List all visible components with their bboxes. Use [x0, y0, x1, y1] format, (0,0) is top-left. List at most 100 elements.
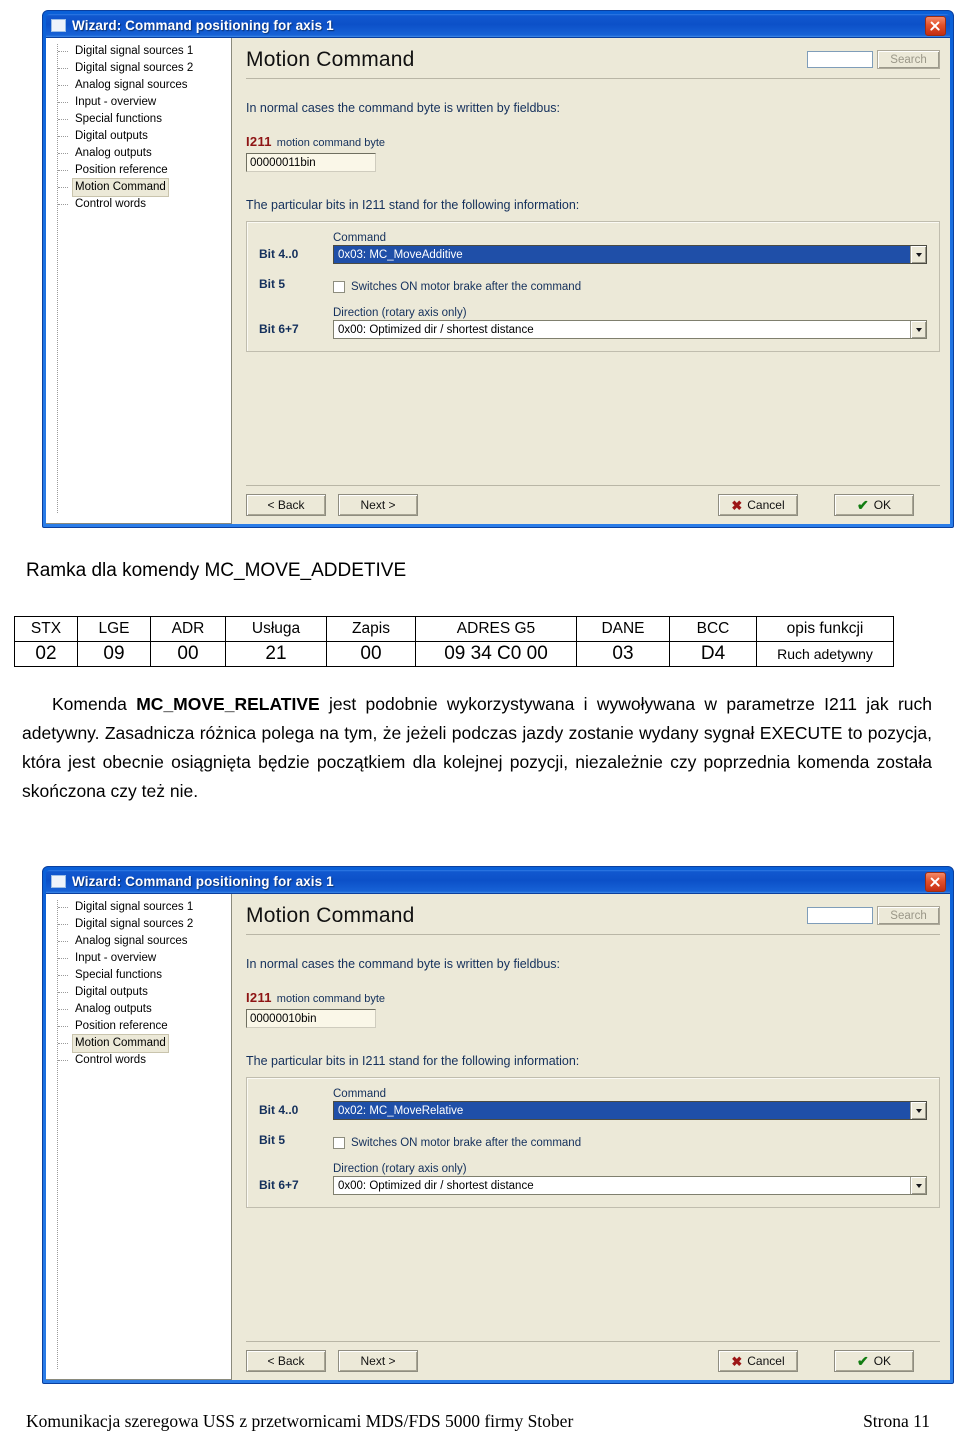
dialog-body: Digital signal sources 1 Digital signal …: [46, 893, 950, 1380]
direction-dropdown-value: 0x00: Optimized dir / shortest distance: [338, 323, 534, 336]
back-button[interactable]: < Back: [246, 494, 326, 516]
sidebar-item-input-overview[interactable]: Input - overview: [46, 94, 231, 111]
tree-dash-icon: [58, 85, 68, 86]
tree-dash-icon: [58, 119, 68, 120]
chevron-down-icon[interactable]: [910, 321, 926, 338]
sidebar-item-digital-signal-sources-2[interactable]: Digital signal sources 2: [46, 916, 231, 933]
sidebar-item-motion-command[interactable]: Motion Command: [46, 178, 231, 197]
direction-caption: Direction (rotary axis only): [333, 307, 467, 319]
command-dropdown-value: 0x03: MC_MoveAdditive: [338, 248, 463, 261]
page-title: Motion Command: [246, 904, 415, 927]
tree-dash-icon: [58, 1060, 68, 1061]
sidebar-item-digital-signal-sources-2[interactable]: Digital signal sources 2: [46, 60, 231, 77]
parameter-value-field[interactable]: 00000011bin: [246, 153, 376, 172]
sidebar-item-position-reference[interactable]: Position reference: [46, 1018, 231, 1035]
navigation-tree[interactable]: Digital signal sources 1 Digital signal …: [46, 38, 232, 524]
sidebar-item-analog-signal-sources[interactable]: Analog signal sources: [46, 77, 231, 94]
bit-range-label: Bit 5: [259, 277, 286, 291]
sidebar-item-digital-signal-sources-1[interactable]: Digital signal sources 1: [46, 899, 231, 916]
search-area[interactable]: Search: [807, 47, 940, 69]
sidebar-item-control-words[interactable]: Control words: [46, 1052, 231, 1069]
tree-dash-icon: [58, 51, 68, 52]
command-dropdown[interactable]: 0x03: MC_MoveAdditive: [333, 245, 927, 264]
search-area[interactable]: Search: [807, 903, 940, 925]
chevron-down-icon[interactable]: [910, 1102, 926, 1119]
dialog-body: Digital signal sources 1 Digital signal …: [46, 37, 950, 524]
checkbox-icon[interactable]: [333, 281, 345, 293]
ok-button-label: OK: [873, 1354, 892, 1368]
title-bar[interactable]: Wizard: Command positioning for axis 1: [46, 870, 950, 893]
sidebar-item-analog-outputs[interactable]: Analog outputs: [46, 145, 231, 162]
wizard-dialog-2[interactable]: Wizard: Command positioning for axis 1 D…: [42, 866, 954, 1384]
tree-dash-icon: [58, 958, 68, 959]
next-button[interactable]: Next >: [338, 494, 418, 516]
sidebar-item-motion-command[interactable]: Motion Command: [46, 1034, 231, 1053]
cancel-button[interactable]: ✖ Cancel: [718, 1350, 798, 1372]
window-controls[interactable]: [925, 871, 948, 892]
header-divider: [246, 78, 940, 79]
checkmark-icon: ✔: [856, 1353, 869, 1369]
sidebar-item-special-functions[interactable]: Special functions: [46, 111, 231, 128]
bit-row-direction: Bit 6+7 Direction (rotary axis only) 0x0…: [259, 1163, 927, 1195]
direction-dropdown-value: 0x00: Optimized dir / shortest distance: [338, 1179, 534, 1192]
ok-button[interactable]: ✔ OK: [834, 1350, 914, 1372]
parameter-value-field[interactable]: 00000010bin: [246, 1009, 376, 1028]
section-heading: Ramka dla komendy MC_MOVE_ADDETIVE: [26, 560, 407, 581]
sidebar-item-special-functions[interactable]: Special functions: [46, 967, 231, 984]
table-header-cell: opis funkcji: [756, 616, 894, 642]
page-number: Strona 11: [863, 1411, 930, 1431]
tree-dash-icon: [58, 924, 68, 925]
tree-dash-icon: [58, 170, 68, 171]
direction-dropdown[interactable]: 0x00: Optimized dir / shortest distance: [333, 1176, 927, 1195]
brake-checkbox-row[interactable]: Switches ON motor brake after the comman…: [333, 1137, 927, 1150]
sidebar-item-digital-outputs[interactable]: Digital outputs: [46, 128, 231, 145]
next-button[interactable]: Next >: [338, 1350, 418, 1372]
frame-table: STX LGE ADR Usługa Zapis ADRES G5 DANE B…: [14, 616, 894, 667]
checkmark-icon: ✔: [856, 497, 869, 513]
tree-item-label: Control words: [75, 198, 146, 210]
search-input[interactable]: [807, 907, 873, 924]
navigation-tree[interactable]: Digital signal sources 1 Digital signal …: [46, 894, 232, 1380]
cancel-button[interactable]: ✖ Cancel: [718, 494, 798, 516]
checkbox-icon[interactable]: [333, 1137, 345, 1149]
table-cell: 21: [225, 641, 327, 667]
sidebar-item-control-words[interactable]: Control words: [46, 196, 231, 213]
window-controls[interactable]: [925, 15, 948, 36]
parameter-caption: motion command byte: [276, 137, 386, 149]
direction-dropdown[interactable]: 0x00: Optimized dir / shortest distance: [333, 320, 927, 339]
close-x-icon: ✖: [731, 497, 743, 513]
sidebar-item-position-reference[interactable]: Position reference: [46, 162, 231, 179]
sidebar-item-analog-signal-sources[interactable]: Analog signal sources: [46, 933, 231, 950]
command-field-col: Command 0x02: MC_MoveRelative: [333, 1088, 927, 1120]
chevron-down-icon[interactable]: [910, 1177, 926, 1194]
wizard-dialog-1[interactable]: Wizard: Command positioning for axis 1 D…: [42, 10, 954, 528]
back-button[interactable]: < Back: [246, 1350, 326, 1372]
command-caption: Command: [333, 232, 387, 244]
tree-dash-icon: [58, 187, 68, 188]
tree-dash-icon: [58, 68, 68, 69]
sidebar-item-analog-outputs[interactable]: Analog outputs: [46, 1001, 231, 1018]
parameter-code: I211: [246, 134, 272, 149]
bit-range-label: Bit 5: [259, 1133, 286, 1147]
direction-field-col: Direction (rotary axis only) 0x00: Optim…: [333, 307, 927, 339]
brake-checkbox-row[interactable]: Switches ON motor brake after the comman…: [333, 281, 927, 294]
brake-checkbox-label: Switches ON motor brake after the comman…: [351, 281, 582, 293]
brake-field-col: Switches ON motor brake after the comman…: [333, 1137, 927, 1150]
table-header-cell: Zapis: [326, 616, 416, 642]
sidebar-item-digital-outputs[interactable]: Digital outputs: [46, 984, 231, 1001]
close-icon[interactable]: [925, 15, 946, 36]
bits-intro-text: The particular bits in I211 stand for th…: [246, 198, 580, 212]
content-pane: Motion Command Search In normal cases th…: [232, 894, 950, 1380]
chevron-down-icon[interactable]: [910, 246, 926, 263]
search-input[interactable]: [807, 51, 873, 68]
sidebar-item-digital-signal-sources-1[interactable]: Digital signal sources 1: [46, 43, 231, 60]
ok-button[interactable]: ✔ OK: [834, 494, 914, 516]
search-button[interactable]: Search: [877, 50, 940, 69]
button-row: < Back Next > ✖ Cancel ✔ OK: [246, 1350, 940, 1372]
title-bar[interactable]: Wizard: Command positioning for axis 1: [46, 14, 950, 37]
bit-row-brake: Bit 5 Switches ON motor brake after the …: [259, 277, 927, 294]
sidebar-item-input-overview[interactable]: Input - overview: [46, 950, 231, 967]
search-button[interactable]: Search: [877, 906, 940, 925]
command-dropdown[interactable]: 0x02: MC_MoveRelative: [333, 1101, 927, 1120]
close-icon[interactable]: [925, 871, 946, 892]
